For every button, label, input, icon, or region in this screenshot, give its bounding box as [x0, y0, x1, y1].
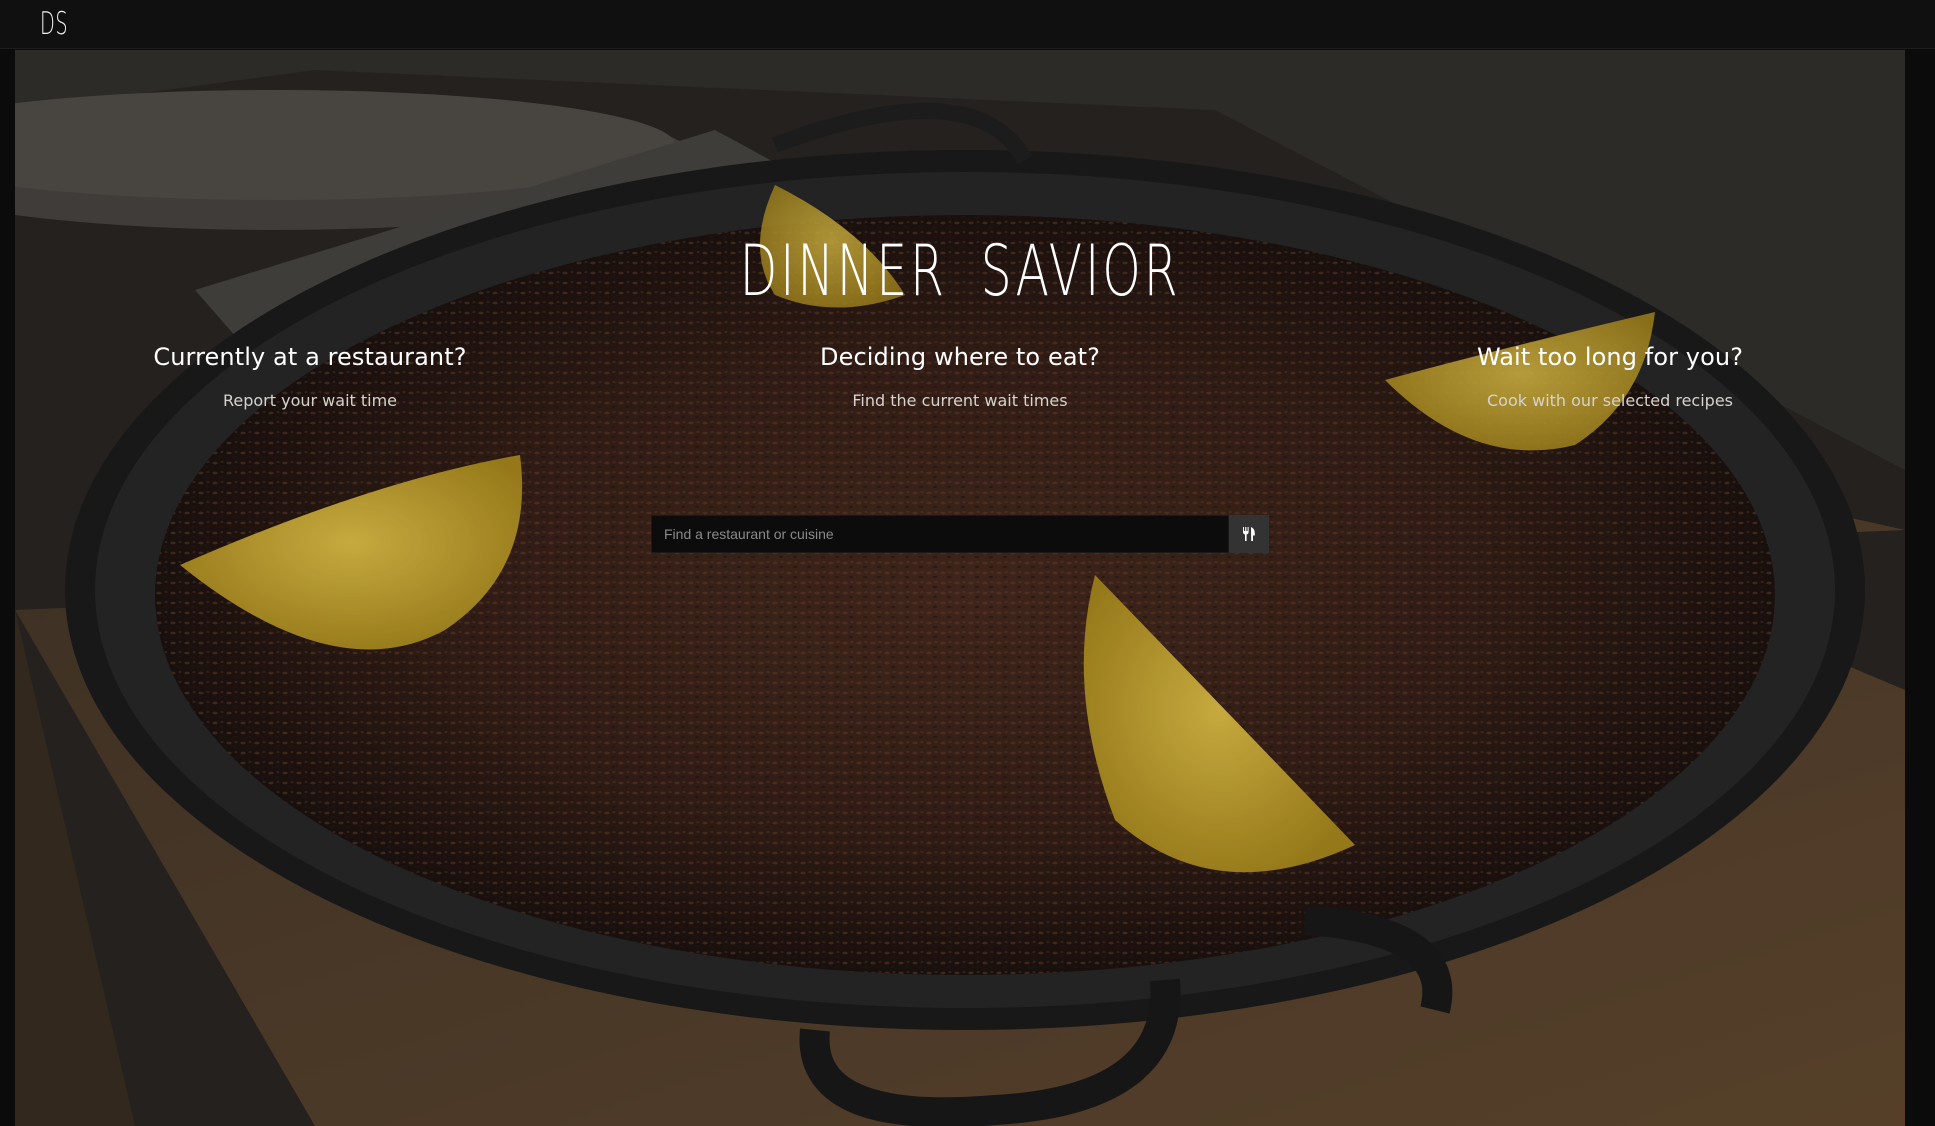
- brand-logo[interactable]: DS: [40, 6, 68, 42]
- feature-heading: Wait too long for you?: [1476, 343, 1744, 371]
- feature-report-wait: Currently at a restaurant? Report your w…: [10, 343, 610, 410]
- search-button[interactable]: [1229, 515, 1269, 553]
- fork-knife-icon: [1243, 527, 1255, 541]
- feature-subtext: Report your wait time: [222, 391, 398, 410]
- page-edge-right: [1905, 50, 1935, 1126]
- hero-title: DINNER SAVIOR: [739, 230, 1181, 312]
- feature-heading: Currently at a restaurant?: [153, 343, 467, 371]
- page-edge-left: [0, 50, 15, 1126]
- feature-recipes: Wait too long for you? Cook with our sel…: [1310, 343, 1910, 410]
- hero-dark-overlay: [15, 50, 1905, 1126]
- feature-subtext: Cook with our selected recipes: [1487, 391, 1733, 410]
- search-input[interactable]: [651, 515, 1229, 553]
- navbar: DS: [0, 0, 1935, 49]
- hero-section: [15, 50, 1905, 1126]
- search-bar: [651, 515, 1269, 553]
- feature-heading: Deciding where to eat?: [820, 343, 1100, 371]
- feature-subtext: Find the current wait times: [852, 391, 1068, 410]
- feature-find-wait: Deciding where to eat? Find the current …: [660, 343, 1260, 410]
